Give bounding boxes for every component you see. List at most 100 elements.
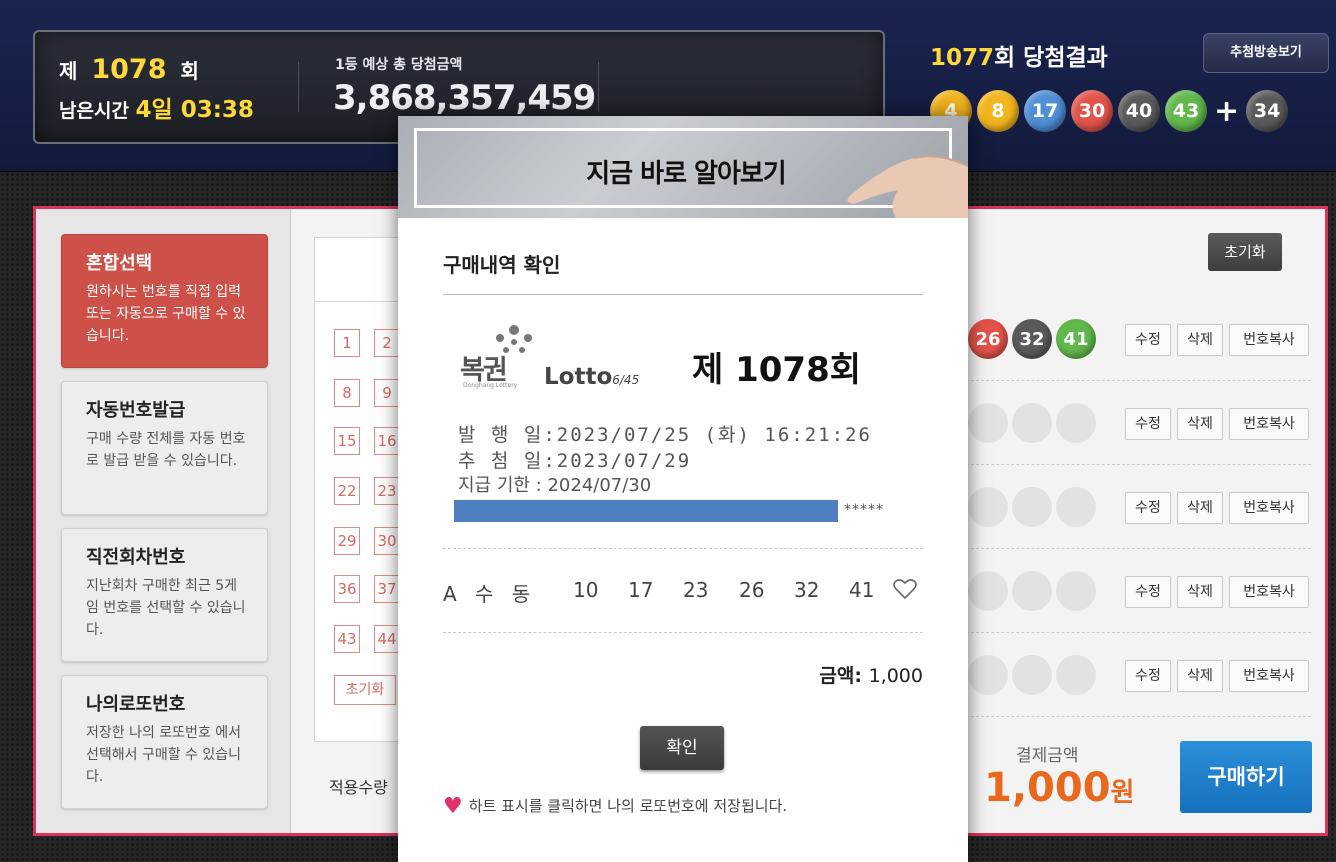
sidebar-item-desc: 구매 수량 전체를 자동 번호로 발급 받을 수 있습니다.	[86, 431, 246, 469]
edit-button[interactable]: 수정	[1125, 576, 1171, 608]
remain-label: 남은시간	[59, 100, 129, 122]
plus-sign: +	[1214, 93, 1240, 129]
dashed-divider	[443, 632, 923, 633]
empty-ball	[968, 487, 1008, 527]
payment-value: 1,000	[984, 765, 1111, 811]
delete-button[interactable]: 삭제	[1177, 660, 1223, 692]
selected-ball: 26	[968, 319, 1008, 359]
sidebar-item-mixed[interactable]: 혼합선택 원하시는 번호를 직접 입력 또는 자동으로 구매할 수 있습니다.	[61, 234, 268, 368]
game-slot-row: 수정 삭제 번호복사	[966, 381, 1311, 465]
buy-button[interactable]: 구매하기	[1180, 741, 1312, 813]
grid-reset-button[interactable]: 초기화	[334, 675, 396, 705]
game-line: A 수 동 10 17 23 26 32 41	[443, 576, 923, 606]
number-cell[interactable]: 9	[374, 379, 400, 407]
last-round-number: 1077	[930, 45, 995, 71]
sidebar-item-title: 직전회차번호	[86, 547, 186, 568]
logo-subtext: Donghang Lottery	[463, 382, 518, 389]
modal-title: 구매내역 확인	[443, 253, 561, 277]
empty-ball	[968, 571, 1008, 611]
number-cell[interactable]: 30	[374, 527, 400, 555]
game-slot-row: 수정 삭제 번호복사	[966, 465, 1311, 549]
round-number: 1078	[91, 54, 167, 85]
last-round-suffix: 회 당첨결과	[994, 45, 1108, 71]
number-cell[interactable]: 15	[334, 427, 360, 455]
number-cell[interactable]: 37	[374, 575, 400, 603]
number-cell[interactable]: 36	[334, 575, 360, 603]
sidebar-item-previous[interactable]: 직전회차번호 지난회차 구매한 최근 5게임 번호를 선택할 수 있습니다.	[61, 528, 268, 662]
logo-lotto: Lotto6/45	[544, 364, 639, 390]
payment-label: 결제금액	[1016, 746, 1079, 766]
replay-button[interactable]: 추첨방송보기	[1203, 33, 1329, 73]
edit-button[interactable]: 수정	[1125, 408, 1171, 440]
winning-ball: 43	[1165, 90, 1207, 132]
reset-all-button[interactable]: 초기화	[1208, 233, 1282, 271]
logo-lotto-sub: 6/45	[612, 373, 640, 387]
delete-button[interactable]: 삭제	[1177, 576, 1223, 608]
divider	[598, 62, 599, 112]
winning-numbers: 4 8 17 30 40 43 + 34	[930, 90, 1289, 132]
sidebar-item-my-numbers[interactable]: 나의로또번호 저장한 나의 로또번호 에서 선택해서 구매할 수 있습니다.	[61, 675, 268, 809]
copy-numbers-button[interactable]: 번호복사	[1229, 324, 1309, 356]
game-number: 10	[573, 578, 599, 602]
edit-button[interactable]: 수정	[1125, 492, 1171, 524]
amount-label: 금액:	[819, 665, 862, 687]
number-cell[interactable]: 16	[374, 427, 400, 455]
empty-ball	[1012, 487, 1052, 527]
last-result-title: 1077회 당첨결과	[930, 38, 1108, 72]
game-slot-row: 수정 삭제 번호복사	[966, 633, 1311, 717]
winning-ball: 30	[1071, 90, 1113, 132]
ticket-round: 제 1078회	[692, 350, 862, 390]
current-round: 제 1078 회	[59, 54, 199, 85]
jackpot-amount: 3,868,357,459	[333, 78, 596, 118]
copy-numbers-button[interactable]: 번호복사	[1229, 660, 1309, 692]
game-number: 32	[794, 578, 820, 602]
empty-ball	[1056, 487, 1096, 527]
empty-ball	[1012, 403, 1052, 443]
draw-date-line: 추 첨 일:2023/07/29	[458, 450, 692, 472]
grid-header	[315, 238, 405, 302]
winning-ball: 40	[1118, 90, 1160, 132]
copy-numbers-button[interactable]: 번호복사	[1229, 576, 1309, 608]
number-cell[interactable]: 8	[334, 379, 360, 407]
payment-amount: 1,000원	[984, 765, 1134, 811]
redacted-bar	[454, 500, 838, 522]
apply-quantity-label: 적용수량	[329, 778, 388, 797]
game-slot-row: 수정 삭제 번호복사	[966, 549, 1311, 633]
number-cell[interactable]: 23	[374, 477, 400, 505]
empty-ball	[1056, 655, 1096, 695]
sidebar-item-desc: 원하시는 번호를 직접 입력 또는 자동으로 구매할 수 있습니다.	[86, 284, 246, 344]
empty-ball	[1012, 571, 1052, 611]
game-slot-row: 26 32 41 수정 삭제 번호복사	[966, 297, 1311, 381]
edit-button[interactable]: 수정	[1125, 660, 1171, 692]
edit-button[interactable]: 수정	[1125, 324, 1171, 356]
lotto-logo: 복권 Donghang Lottery Lotto6/45	[460, 324, 650, 394]
delete-button[interactable]: 삭제	[1177, 408, 1223, 440]
divider	[298, 62, 299, 112]
round-prefix: 제	[59, 59, 78, 83]
sidebar-item-desc: 저장한 나의 로또번호 에서 선택해서 구매할 수 있습니다.	[86, 725, 242, 785]
number-cell[interactable]: 1	[334, 329, 360, 357]
delete-button[interactable]: 삭제	[1177, 492, 1223, 524]
number-cell[interactable]: 22	[334, 477, 360, 505]
winning-ball: 8	[977, 90, 1019, 132]
round-suffix: 회	[180, 59, 199, 83]
dashed-divider	[443, 548, 923, 549]
remain-time-value: 4일 03:38	[135, 97, 254, 123]
promo-banner[interactable]: 지금 바로 알아보기	[398, 116, 968, 218]
copy-numbers-button[interactable]: 번호복사	[1229, 492, 1309, 524]
copy-numbers-button[interactable]: 번호복사	[1229, 408, 1309, 440]
number-cell[interactable]: 44	[374, 625, 400, 653]
number-cell[interactable]: 2	[374, 329, 400, 357]
delete-button[interactable]: 삭제	[1177, 324, 1223, 356]
confirm-button[interactable]: 확인	[640, 726, 724, 770]
number-cell[interactable]: 29	[334, 527, 360, 555]
amount-value: 1,000	[868, 665, 923, 687]
logo-lotto-text: Lotto	[544, 364, 613, 390]
bonus-ball: 34	[1246, 90, 1289, 132]
payment-deadline-line: 지급 기한 : 2024/07/30	[458, 475, 652, 496]
number-cell[interactable]: 43	[334, 625, 360, 653]
empty-ball	[968, 655, 1008, 695]
purchase-confirm-modal: 지금 바로 알아보기 구매내역 확인 복권 Donghang Lottery L…	[398, 116, 968, 862]
heart-outline-icon[interactable]	[893, 578, 917, 600]
sidebar-item-auto[interactable]: 자동번호발급 구매 수량 전체를 자동 번호로 발급 받을 수 있습니다.	[61, 381, 268, 515]
